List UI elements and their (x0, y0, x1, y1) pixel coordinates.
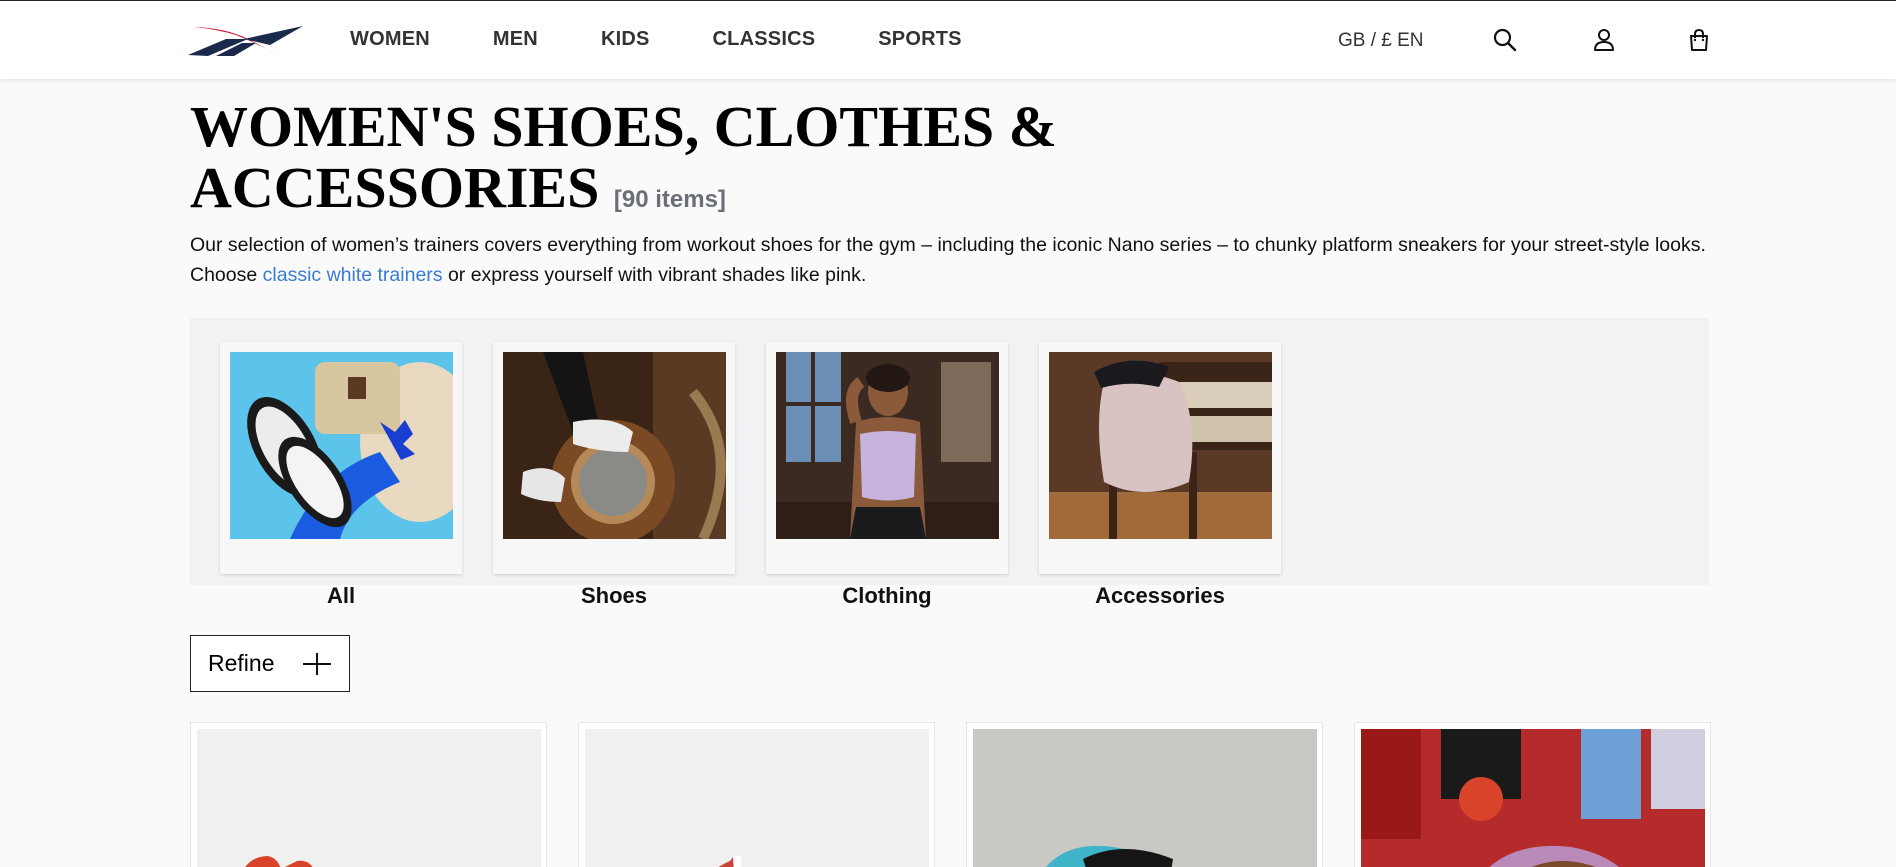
classic-white-trainers-link[interactable]: classic white trainers (263, 264, 443, 286)
category-card-clothing[interactable]: Clothing (766, 342, 1008, 608)
site-header: WOMEN MEN KIDS CLASSICS SPORTS GB / £ EN (0, 0, 1896, 79)
category-description: Our selection of women’s trainers covers… (190, 230, 1710, 290)
nav-women[interactable]: WOMEN (350, 28, 430, 51)
nav-classics[interactable]: CLASSICS (713, 28, 816, 51)
search-icon[interactable] (1492, 27, 1518, 53)
category-card-accessories[interactable]: Accessories (1039, 342, 1281, 608)
account-icon[interactable] (1591, 27, 1617, 53)
category-label-all: All (326, 583, 356, 608)
category-label-clothing: Clothing (842, 583, 932, 608)
locale-selector[interactable]: GB / £ EN (1338, 30, 1424, 52)
product-card[interactable] (578, 722, 935, 867)
product-card[interactable] (966, 722, 1323, 867)
nav-sports[interactable]: SPORTS (878, 28, 961, 51)
nav-kids[interactable]: KIDS (601, 28, 650, 51)
item-count: [90 items] (613, 186, 726, 213)
category-image-accessories (1049, 352, 1272, 539)
plus-icon (303, 653, 331, 675)
nav-men[interactable]: MEN (493, 28, 538, 51)
bag-icon[interactable] (1686, 27, 1712, 53)
product-image (1361, 729, 1705, 867)
brand-logo[interactable] (186, 25, 304, 57)
category-label-accessories: Accessories (1095, 583, 1225, 608)
product-image (973, 729, 1317, 867)
category-image-shoes (503, 352, 726, 539)
product-image (197, 729, 541, 867)
product-image (585, 729, 929, 867)
product-card[interactable] (1354, 722, 1711, 867)
category-card-shoes[interactable]: Shoes (493, 342, 735, 608)
refine-button[interactable]: Refine (190, 635, 350, 692)
description-text-end: or express yourself with vibrant shades … (442, 264, 867, 286)
category-label-shoes: Shoes (580, 583, 648, 608)
refine-label: Refine (208, 650, 275, 676)
category-carousel: All Shoes Clothing Accessories (190, 318, 1709, 608)
product-card[interactable] (190, 722, 547, 867)
main-nav: WOMEN MEN KIDS CLASSICS SPORTS (350, 28, 1025, 51)
category-image-all (230, 352, 453, 539)
category-card-all[interactable]: All (220, 342, 462, 608)
category-image-clothing (776, 352, 999, 539)
page-title: WOMEN'S SHOES, CLOTHES & ACCESSORIES [90… (190, 96, 1190, 230)
